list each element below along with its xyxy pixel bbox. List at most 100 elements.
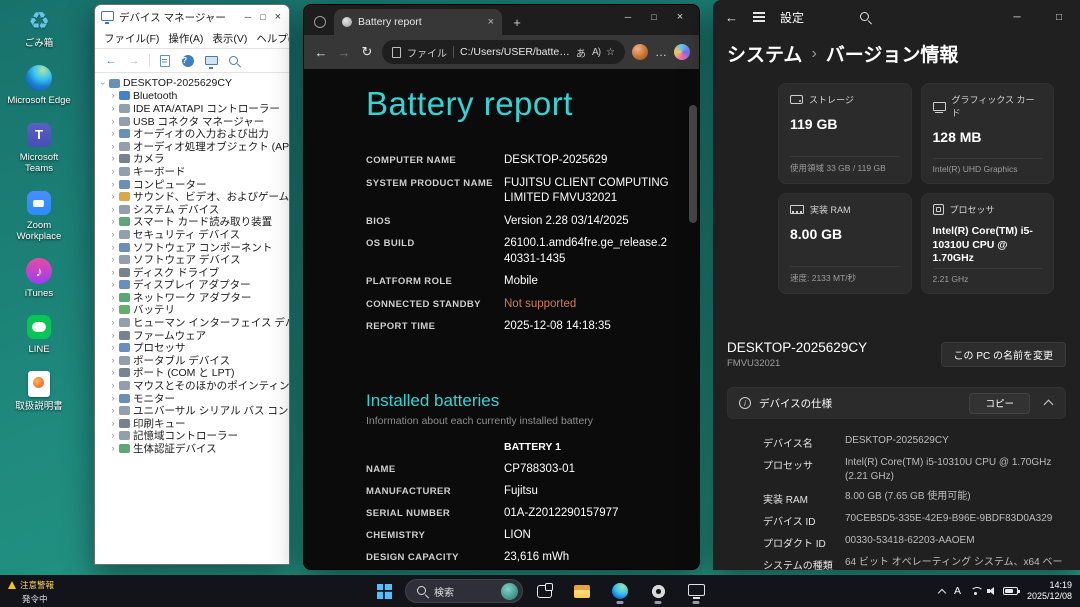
clock[interactable]: 14:19 2025/12/08 [1027, 581, 1072, 601]
browser-menu-icon[interactable] [655, 45, 667, 59]
taskbar-app-button[interactable] [527, 577, 561, 605]
tree-item[interactable]: › ネットワーク アダプター [98, 291, 289, 304]
tree-item[interactable]: › 生体認証デバイス [98, 442, 289, 455]
expand-chevron-icon[interactable]: › [108, 280, 118, 289]
taskbar-search[interactable]: 検索 [405, 579, 523, 603]
expand-chevron-icon[interactable]: › [108, 355, 118, 365]
expand-chevron-icon[interactable]: › [108, 292, 118, 302]
expand-chevron-icon[interactable]: › [108, 343, 118, 352]
tab-battery-report[interactable]: Battery report × [334, 9, 502, 35]
search-icon[interactable] [859, 11, 871, 23]
expand-chevron-icon[interactable]: › [108, 255, 118, 264]
expand-chevron-icon[interactable]: › [108, 305, 118, 314]
expand-chevron-icon[interactable]: › [108, 154, 118, 163]
navigation-menu-icon[interactable] [753, 12, 765, 22]
desktop-icon[interactable]: Zoom Workplace [6, 188, 72, 243]
expand-chevron-icon[interactable]: › [108, 330, 118, 340]
expand-chevron-icon[interactable]: › [108, 166, 118, 176]
menu-item[interactable]: 操作(A) [164, 30, 207, 47]
hidden-icons-chevron-icon[interactable] [937, 588, 947, 597]
tree-item[interactable]: › ファームウェア [98, 329, 289, 342]
desktop-icon[interactable]: 取扱説明書 [6, 369, 72, 413]
expand-chevron-icon[interactable]: › [108, 318, 118, 327]
desktop-icon[interactable]: Microsoft Edge [6, 63, 72, 107]
expand-chevron-icon[interactable]: › [108, 242, 118, 252]
quick-settings[interactable] [970, 586, 1020, 596]
expand-chevron-icon[interactable]: › [108, 368, 118, 377]
minimize-icon[interactable] [615, 5, 641, 29]
tree-item[interactable]: › マウスとそのほかのポインティング デバイス [98, 379, 290, 392]
desktop-icon[interactable]: LINE [6, 312, 72, 356]
new-tab-icon[interactable] [506, 9, 528, 35]
profile-avatar[interactable] [632, 44, 648, 60]
expand-chevron-icon[interactable]: › [108, 141, 118, 151]
maximize-icon[interactable] [260, 12, 265, 22]
desktop-icon[interactable]: Microsoft Teams [6, 120, 72, 175]
expand-chevron-icon[interactable]: › [108, 418, 118, 428]
desktop-icon[interactable]: ごみ箱 [6, 6, 72, 50]
desktop-icon[interactable]: iTunes [6, 256, 72, 300]
tab-actions-icon[interactable] [310, 9, 330, 35]
tree-item[interactable]: › カメラ [98, 153, 289, 165]
expand-chevron-icon[interactable]: › [108, 406, 118, 415]
close-icon[interactable] [275, 11, 281, 23]
help-icon[interactable] [182, 54, 194, 67]
menu-item[interactable]: 表示(V) [208, 30, 251, 47]
expand-chevron-icon[interactable]: › [108, 116, 118, 126]
scan-hardware-icon[interactable] [204, 56, 218, 65]
ime-indicator[interactable]: A [954, 585, 961, 597]
tree-item[interactable]: › ユニバーサル シリアル バス コントローラー [98, 404, 290, 417]
expand-chevron-icon[interactable]: › [108, 129, 118, 138]
expand-chevron-icon[interactable]: › [108, 393, 118, 403]
maximize-icon[interactable] [641, 5, 667, 29]
expand-chevron-icon[interactable]: › [108, 192, 118, 201]
refresh-icon[interactable] [359, 44, 375, 60]
taskbar-app-button[interactable] [565, 577, 599, 605]
expand-chevron-icon[interactable]: › [108, 91, 118, 100]
tree-root-node[interactable]: › DESKTOP-2025629CY [98, 77, 289, 90]
back-icon[interactable] [313, 45, 329, 60]
taskbar-app-button[interactable] [641, 577, 675, 605]
forward-icon[interactable] [126, 53, 142, 69]
translate-icon[interactable] [576, 45, 586, 60]
copy-button[interactable]: コピー [969, 392, 1030, 414]
forward-icon[interactable] [336, 45, 352, 60]
expand-chevron-icon[interactable]: › [108, 204, 118, 214]
minimize-icon[interactable] [996, 0, 1038, 34]
tree-item[interactable]: › オーディオ処理オブジェクト (APO) [98, 140, 290, 153]
expand-chevron-icon[interactable]: › [108, 267, 118, 277]
taskbar-app-button[interactable] [679, 577, 713, 605]
favorite-icon[interactable] [606, 47, 615, 58]
back-icon[interactable] [725, 10, 738, 25]
device-spec-expander[interactable]: デバイスの仕様 コピー [727, 387, 1066, 419]
read-aloud-icon[interactable] [592, 47, 600, 58]
expand-chevron-icon[interactable]: › [108, 103, 118, 113]
collapse-chevron-icon[interactable]: › [99, 78, 109, 88]
menu-item[interactable]: ヘルプ(H) [252, 30, 289, 47]
expand-chevron-icon[interactable]: › [108, 444, 118, 453]
tab-close-icon[interactable]: × [488, 16, 494, 28]
copilot-icon[interactable] [674, 44, 690, 60]
scrollbar-thumb[interactable] [689, 105, 697, 223]
expand-chevron-icon[interactable]: › [108, 179, 118, 189]
start-button[interactable] [367, 577, 401, 605]
back-icon[interactable] [103, 53, 119, 69]
maximize-icon[interactable] [1038, 0, 1080, 34]
chevron-up-icon[interactable] [1043, 399, 1054, 410]
minimize-icon[interactable] [245, 12, 251, 22]
menu-item[interactable]: ファイル(F) [100, 30, 163, 47]
expand-chevron-icon[interactable]: › [108, 229, 118, 239]
breadcrumb-system[interactable]: システム [727, 40, 802, 67]
properties-icon[interactable] [160, 54, 170, 67]
expand-chevron-icon[interactable]: › [108, 381, 118, 390]
address-bar[interactable]: ファイル C:/Users/USER/battery-re... [382, 40, 625, 64]
expand-chevron-icon[interactable]: › [108, 431, 118, 440]
device-manager-titlebar[interactable]: デバイス マネージャー [95, 5, 289, 29]
search-devices-icon[interactable] [228, 55, 240, 67]
rename-pc-button[interactable]: この PC の名前を変更 [940, 342, 1066, 367]
close-icon[interactable] [667, 5, 693, 29]
expand-chevron-icon[interactable]: › [108, 217, 118, 226]
taskbar-app-button[interactable] [603, 577, 637, 605]
settings-titlebar[interactable]: 設定 [713, 0, 1080, 34]
widgets-button[interactable]: 注意警報 発令中 [8, 579, 54, 605]
